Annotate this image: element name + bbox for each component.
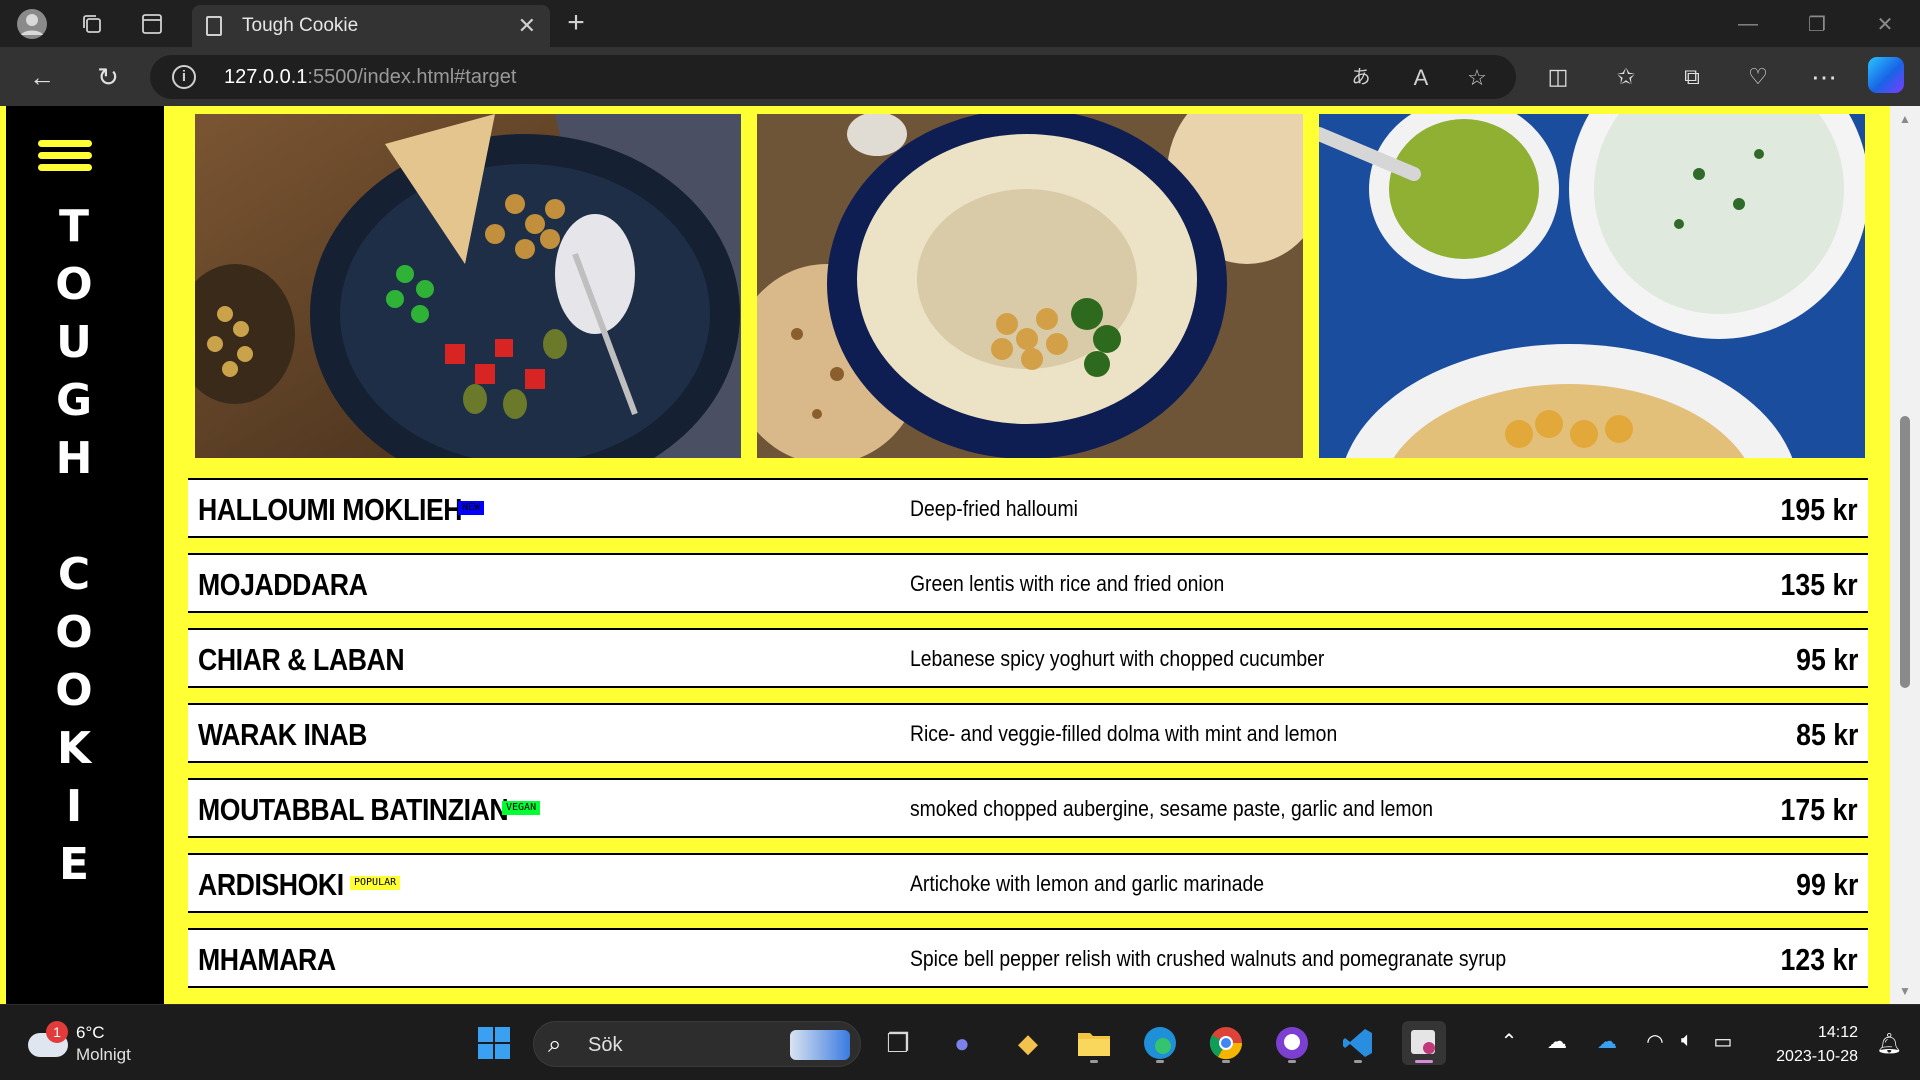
dish-name: MOUTABBAL BATINZIAN — [198, 792, 509, 827]
dish-description: Green lentis with rice and fried onion — [910, 571, 1225, 596]
browser-tab-bar: Tough Cookie ✕ + — ❐ ✕ — [0, 0, 1920, 47]
dish-name: MHAMARA — [198, 942, 336, 977]
dish-name: MOJADDARA — [198, 567, 368, 602]
menu-row: CHIAR & LABAN Lebanese spicy yoghurt wit… — [188, 628, 1868, 688]
dish-description: Rice- and veggie-filled dolma with mint … — [910, 721, 1338, 746]
site-info-icon[interactable]: i — [172, 65, 196, 89]
scroll-up-arrow-icon[interactable]: ▲ — [1899, 112, 1911, 126]
github-desktop-icon[interactable] — [1270, 1021, 1314, 1065]
gallery-image-dips — [1319, 114, 1865, 458]
page-viewport: T O U G H C O O K I E HALLOUMI MOKLIEH N… — [0, 106, 1920, 1004]
dish-price: 135 kr — [1780, 567, 1858, 602]
read-aloud-icon[interactable]: A — [1406, 63, 1436, 93]
menu-row: MOJADDARA Green lentis with rice and fri… — [188, 553, 1868, 613]
search-label: Sök — [588, 1034, 623, 1056]
start-button[interactable] — [472, 1021, 516, 1065]
dish-name: CHIAR & LABAN — [198, 642, 405, 677]
notification-bell-icon[interactable]: 🔔︎ — [1877, 1031, 1902, 1056]
brand-title: T O U G H C O O K I E — [55, 201, 93, 890]
new-tab-icon[interactable]: + — [558, 6, 594, 42]
dish-description: Artichoke with lemon and garlic marinade — [910, 871, 1265, 896]
browser-nav-bar: ← ↻ i 127.0.0.1:5500/index.html#target あ… — [0, 47, 1920, 106]
copilot-icon[interactable] — [1868, 57, 1904, 93]
gallery-image-salad — [195, 114, 741, 458]
chrome-icon[interactable] — [1204, 1021, 1248, 1065]
teams-chat-icon[interactable]: ● — [940, 1021, 984, 1065]
page-icon — [206, 16, 222, 36]
more-menu-icon[interactable]: ⋯ — [1804, 57, 1844, 97]
task-view-icon[interactable]: ❐ — [876, 1021, 920, 1065]
onedrive-blue-icon[interactable]: ☁ — [1592, 1029, 1622, 1054]
vegan-badge: VEGAN — [502, 801, 541, 815]
reload-icon[interactable]: ↻ — [88, 57, 128, 97]
clock-date: 2023-10-28 — [1776, 1048, 1858, 1065]
favorites-icon[interactable]: ✩ — [1606, 57, 1646, 97]
new-badge: NEW — [458, 501, 485, 515]
tab-tough-cookie[interactable]: Tough Cookie ✕ — [192, 5, 550, 47]
menu-row: WARAK INAB Rice- and veggie-filled dolma… — [188, 703, 1868, 763]
dish-price: 195 kr — [1780, 492, 1858, 527]
dish-description: Spice bell pepper relish with crushed wa… — [910, 946, 1507, 971]
dish-description: Lebanese spicy yoghurt with chopped cucu… — [910, 646, 1325, 671]
search-highlight-icon — [790, 1030, 850, 1060]
onedrive-cloud-icon[interactable]: ☁ — [1542, 1029, 1572, 1054]
profile-avatar-icon[interactable] — [14, 6, 50, 42]
dish-price: 85 kr — [1795, 717, 1858, 752]
dish-description: Deep-fried halloumi — [910, 496, 1078, 521]
food-gallery — [195, 114, 1865, 458]
app-diamond-icon[interactable]: ◆ — [1006, 1021, 1050, 1065]
clock-time: 14:12 — [1817, 1024, 1858, 1041]
scrollbar-thumb[interactable] — [1900, 416, 1910, 688]
menu-row: HALLOUMI MOKLIEH NEW Deep-fried halloumi… — [188, 478, 1868, 538]
search-icon: ⌕ — [548, 1031, 562, 1058]
weather-condition: Molnigt — [76, 1045, 131, 1064]
menu-row: MOUTABBAL BATINZIAN VEGAN smoked chopped… — [188, 778, 1868, 838]
split-screen-icon[interactable]: ◫ — [1538, 57, 1578, 97]
vscode-icon[interactable] — [1336, 1021, 1380, 1065]
dish-name: HALLOUMI MOKLIEH — [198, 492, 463, 527]
collections-icon[interactable]: ⧉ — [1672, 57, 1712, 97]
dish-price: 95 kr — [1795, 642, 1858, 677]
workspaces-icon[interactable] — [74, 6, 110, 42]
tab-actions-icon[interactable] — [134, 6, 170, 42]
tab-title: Tough Cookie — [242, 15, 359, 36]
favorite-star-icon[interactable]: ☆ — [1462, 63, 1492, 93]
menu-row: ARDISHOKI POPULAR Artichoke with lemon a… — [188, 853, 1868, 913]
sidebar: T O U G H C O O K I E — [6, 106, 164, 1004]
system-clock[interactable]: 14:12 2023-10-28 — [1776, 1021, 1858, 1069]
wifi-icon[interactable]: ◠ — [1640, 1029, 1670, 1054]
gallery-image-hummus — [757, 114, 1303, 458]
volume-icon[interactable]: 🔈︎ — [1672, 1029, 1702, 1052]
minimize-icon[interactable]: — — [1725, 6, 1771, 42]
windows-taskbar: 1 6°C Molnigt ⌕ Sök ❐ ● ◆ ⌃ ☁ ☁ ◠ 🔈︎ ▭ 1… — [0, 1004, 1920, 1080]
scroll-down-arrow-icon[interactable]: ▼ — [1899, 984, 1911, 998]
restore-icon[interactable]: ❐ — [1794, 6, 1840, 42]
dish-price: 175 kr — [1780, 792, 1858, 827]
browser-essentials-icon[interactable]: ♡ — [1738, 57, 1778, 97]
battery-icon[interactable]: ▭ — [1708, 1029, 1738, 1054]
taskbar-search[interactable]: ⌕ Sök — [533, 1021, 861, 1067]
window-close-icon[interactable]: ✕ — [1862, 6, 1908, 42]
edge-browser-icon[interactable] — [1138, 1021, 1182, 1065]
translate-icon[interactable]: あ — [1346, 63, 1376, 93]
dish-name: WARAK INAB — [198, 717, 367, 752]
back-arrow-icon[interactable]: ← — [22, 57, 62, 97]
weather-widget[interactable]: 1 6°C Molnigt — [28, 1021, 178, 1067]
dish-price: 123 kr — [1780, 942, 1858, 977]
dish-price: 99 kr — [1795, 867, 1858, 902]
show-hidden-icons-chevron-icon[interactable]: ⌃ — [1494, 1029, 1524, 1054]
snipping-tool-icon[interactable] — [1402, 1021, 1446, 1065]
page-scrollbar[interactable]: ▲ ▼ — [1890, 106, 1920, 1004]
file-explorer-icon[interactable] — [1072, 1021, 1116, 1065]
close-tab-icon[interactable]: ✕ — [518, 13, 536, 39]
address-bar[interactable]: i 127.0.0.1:5500/index.html#target あ A ☆ — [150, 55, 1516, 99]
dish-name: ARDISHOKI — [198, 867, 344, 902]
weather-temperature: 6°C — [76, 1023, 105, 1042]
popular-badge: POPULAR — [350, 876, 401, 890]
url-text[interactable]: 127.0.0.1:5500/index.html#target — [224, 66, 516, 89]
weather-badge: 1 — [46, 1021, 68, 1043]
menu-row: MHAMARA Spice bell pepper relish with cr… — [188, 928, 1868, 988]
dish-description: smoked chopped aubergine, sesame paste, … — [910, 796, 1434, 821]
hamburger-menu-icon[interactable] — [38, 140, 92, 174]
